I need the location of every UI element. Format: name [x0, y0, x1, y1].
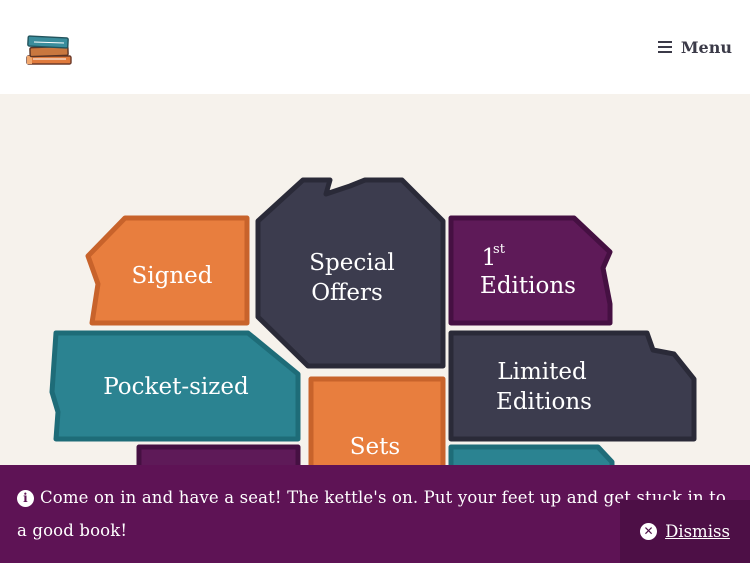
tile-signed-label: Signed	[132, 263, 213, 289]
tile-special-offers[interactable]: Special Offers	[255, 177, 446, 369]
tile-first-editions-shape	[448, 215, 613, 326]
menu-button[interactable]: Menu	[657, 36, 732, 58]
tile-first-editions[interactable]: 1 st Editions	[448, 215, 613, 326]
tile-sets-label: Sets	[350, 434, 400, 460]
tile-limited-editions-line1: Limited	[497, 359, 587, 385]
tile-limited-editions-line2: Editions	[496, 389, 592, 415]
dismiss-button[interactable]: ✕ Dismiss	[620, 500, 750, 563]
tile-pocket-sized-label: Pocket-sized	[103, 374, 249, 400]
tile-limited-editions-shape	[448, 330, 697, 442]
close-circle-icon: ✕	[640, 523, 658, 540]
tile-first-editions-word: Editions	[480, 273, 576, 299]
tile-first-editions-suffix: st	[493, 242, 506, 257]
tile-limited-editions[interactable]: Limited Editions	[448, 330, 697, 442]
tile-signed[interactable]: Signed	[85, 215, 250, 326]
tile-sets[interactable]: Sets	[308, 376, 446, 477]
site-header: Menu	[0, 0, 750, 94]
tile-special-offers-line1: Special	[309, 250, 394, 276]
info-icon: i	[17, 490, 34, 507]
dismiss-label: Dismiss	[665, 522, 730, 541]
stacked-books-icon[interactable]	[24, 31, 74, 67]
tile-pocket-sized[interactable]: Pocket-sized	[49, 330, 301, 442]
tile-special-offers-line2: Offers	[311, 280, 383, 306]
hamburger-icon	[657, 41, 672, 53]
notice-banner: i Come on in and have a seat! The kettle'…	[0, 465, 750, 563]
menu-label: Menu	[680, 37, 732, 57]
page: Menu Signed Special Offers 1 st Editions…	[0, 0, 750, 563]
